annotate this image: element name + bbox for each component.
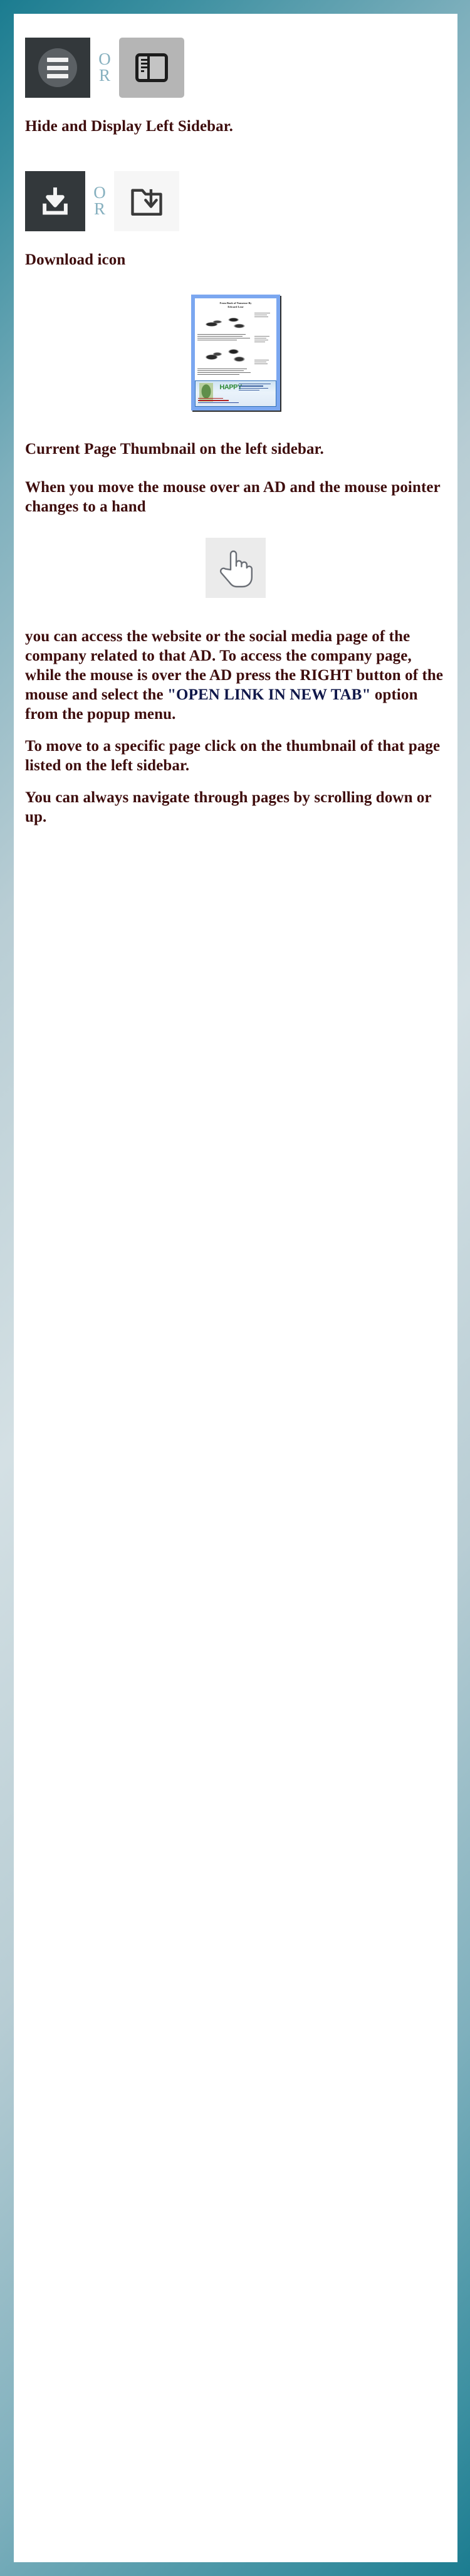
page-content: O R Hide and Display Left Sidebar. O R D… xyxy=(14,14,457,2562)
toggle-sidebar-icon[interactable] xyxy=(119,38,184,98)
page-thumbnail-wrapper: From Book of Nonsense By Edward Lear HAP… xyxy=(25,295,446,411)
ad-text-lines-bottom xyxy=(198,397,272,404)
sidebar-toggle-caption: Hide and Display Left Sidebar. xyxy=(25,118,234,135)
download-caption: Download icon xyxy=(25,251,126,268)
hamburger-menu-icon[interactable] xyxy=(25,38,90,98)
thumbnail-verse-2 xyxy=(197,368,253,375)
hand-cursor-icon-wrapper xyxy=(25,538,446,598)
hamburger-bar xyxy=(47,73,68,78)
ad-text-lines-right xyxy=(238,384,274,392)
thumbnail-caption: Current Page Thumbnail on the left sideb… xyxy=(25,441,324,458)
thumbnail-side-lines-1 xyxy=(254,312,274,317)
thumbnail-title-line1: From Book of Nonsense By xyxy=(219,301,252,305)
ad-access-paragraph: you can access the website or the social… xyxy=(25,627,446,724)
thumbnail-page-preview: From Book of Nonsense By Edward Lear HAP… xyxy=(195,298,276,407)
thumbnail-main-column xyxy=(197,311,253,379)
thumbnail-title-line2: Edward Lear xyxy=(227,305,244,309)
thumbnail-side-lines-3 xyxy=(254,359,274,364)
thumbnail-side-column xyxy=(254,312,274,379)
thumbnail-page-title: From Book of Nonsense By Edward Lear xyxy=(197,301,274,310)
navigate-paragraph: You can always navigate through pages by… xyxy=(25,789,432,825)
or-letter-r: R xyxy=(98,66,110,85)
sidebar-glyph xyxy=(135,53,168,82)
thumbnail-verse-1 xyxy=(197,333,253,340)
page-thumbnail[interactable]: From Book of Nonsense By Edward Lear HAP… xyxy=(191,295,280,411)
hamburger-bar xyxy=(47,65,68,70)
hand-cursor-intro-text: When you move the mouse over an AD and t… xyxy=(25,479,441,515)
specific-page-paragraph: To move to a specific page click on the … xyxy=(25,738,441,774)
thumbnail-ad-banner[interactable]: HAPPY xyxy=(195,380,276,407)
thumbnail-side-lines-2 xyxy=(254,335,274,342)
hand-pointer-glyph xyxy=(219,550,253,588)
open-link-new-tab-highlight: "OPEN LINK IN NEW TAB" xyxy=(167,686,371,703)
download-arrow-glyph xyxy=(43,187,68,215)
thumbnail-illustration-2 xyxy=(201,341,249,367)
sidebar-glyph-right-pane xyxy=(149,56,165,79)
sidebar-toggle-icon-row: O R xyxy=(25,38,446,98)
thumbnail-body xyxy=(197,311,274,379)
or-separator-label: O R xyxy=(90,51,119,83)
thumbnail-illustration-1 xyxy=(201,311,249,332)
or-letter-r: R xyxy=(93,199,105,218)
or-separator-label: O R xyxy=(85,184,114,218)
folder-download-glyph xyxy=(131,189,162,216)
download-icon-row: O R xyxy=(25,171,446,231)
hand-pointer-cursor-icon xyxy=(206,538,266,598)
decorative-page-frame: O R Hide and Display Left Sidebar. O R D… xyxy=(0,0,470,2576)
sidebar-glyph-left-pane xyxy=(138,56,150,79)
hamburger-bar xyxy=(47,57,68,62)
hamburger-circle xyxy=(38,48,77,87)
download-arrow-icon[interactable] xyxy=(25,171,85,231)
folder-download-icon[interactable] xyxy=(114,171,179,231)
